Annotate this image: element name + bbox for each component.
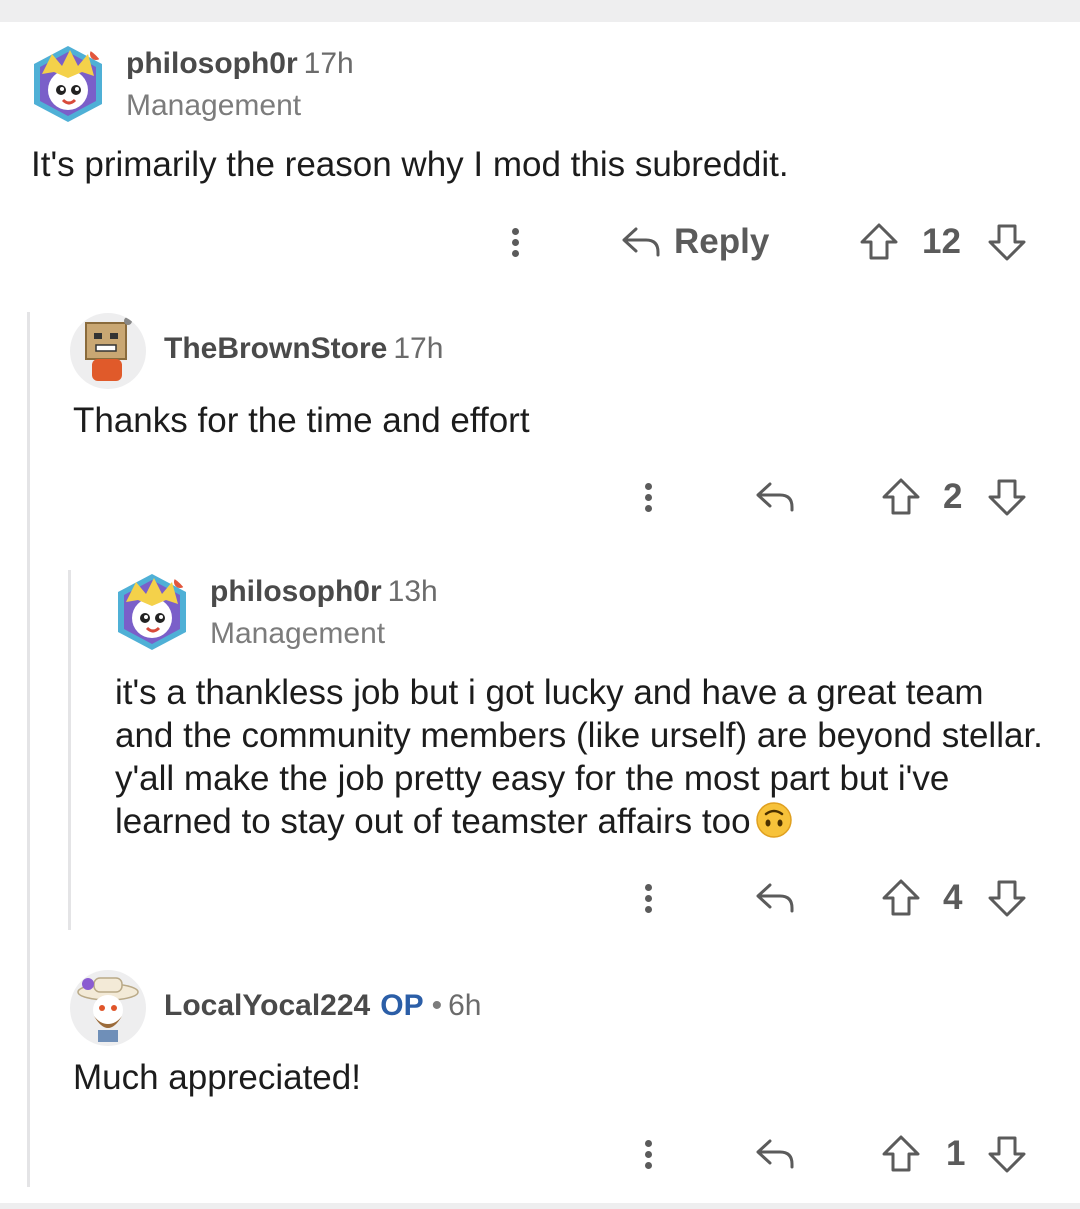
upvote-button[interactable]: [880, 1124, 922, 1184]
comment-text: it's a thankless job but i got lucky and…: [115, 673, 1043, 841]
comment-body: Thanks for the time and effort: [73, 401, 530, 440]
downvote-arrow-icon: [988, 479, 1026, 516]
reply-button[interactable]: [754, 1124, 796, 1184]
upvote-arrow-icon: [882, 879, 920, 916]
comment-body: It's primarily the reason why I mod this…: [31, 145, 789, 184]
more-options-icon[interactable]: [645, 868, 652, 928]
vote-score: 1: [946, 1134, 966, 1173]
downvote-button[interactable]: [986, 212, 1028, 272]
user-flair: Management: [210, 616, 386, 650]
user-flair: Management: [126, 88, 302, 122]
bottom-divider: [0, 1203, 1080, 1209]
reply-button[interactable]: [754, 868, 796, 928]
username[interactable]: TheBrownStore: [164, 332, 387, 365]
comment-actions: 2: [0, 467, 1080, 527]
username[interactable]: LocalYocal224: [164, 989, 370, 1022]
more-options-icon[interactable]: [645, 1124, 652, 1184]
thread-line[interactable]: [27, 312, 30, 1187]
timestamp: 17h: [303, 46, 354, 80]
op-badge: OP: [380, 988, 424, 1022]
comment-actions: Reply 12: [0, 212, 1080, 272]
snoo-sunhat-avatar-icon[interactable]: [70, 970, 146, 1046]
downvote-arrow-icon: [988, 224, 1026, 261]
upvote-button[interactable]: [858, 212, 900, 272]
comment-header: philosoph0r 17h Management: [28, 44, 354, 124]
separator-dot: •: [431, 988, 443, 1022]
upvote-arrow-icon: [882, 478, 920, 515]
reply-arrow-icon: [756, 1139, 794, 1169]
more-options-icon[interactable]: [645, 467, 652, 527]
comment-actions: 4: [0, 868, 1080, 928]
upvote-button[interactable]: [880, 467, 922, 527]
username[interactable]: philosoph0r: [126, 47, 298, 80]
comment-actions: 1: [0, 1124, 1080, 1184]
more-options-icon[interactable]: [512, 212, 519, 272]
downvote-button[interactable]: [986, 1124, 1028, 1184]
comment-header: TheBrownStore 17h: [70, 313, 443, 389]
downvote-button[interactable]: [986, 467, 1028, 527]
reply-label: Reply: [674, 222, 770, 261]
comment-header: philosoph0r 13h Management: [112, 572, 438, 652]
vote-score: 2: [943, 477, 963, 516]
reply-arrow-icon: [756, 883, 794, 913]
snoo-blonde-avatar-icon[interactable]: [112, 572, 192, 652]
comment-header: LocalYocal224 OP • 6h: [70, 970, 481, 1046]
upside-down-face-emoji-icon: [755, 802, 792, 838]
snoo-box-head-avatar-icon[interactable]: [70, 313, 146, 389]
comment-body: Much appreciated!: [73, 1058, 361, 1097]
top-divider: [0, 0, 1080, 22]
vote-score: 4: [943, 878, 963, 917]
upvote-button[interactable]: [880, 868, 922, 928]
timestamp: 17h: [393, 331, 444, 365]
timestamp: 13h: [387, 574, 438, 608]
upvote-arrow-icon: [860, 223, 898, 260]
timestamp: 6h: [448, 988, 482, 1022]
snoo-blonde-avatar-icon[interactable]: [28, 44, 108, 124]
comment-body: it's a thankless job but i got lucky and…: [115, 671, 1045, 843]
reply-button[interactable]: [754, 467, 796, 527]
reply-arrow-icon: [756, 482, 794, 512]
downvote-button[interactable]: [986, 868, 1028, 928]
upvote-arrow-icon: [882, 1135, 920, 1172]
username[interactable]: philosoph0r: [210, 575, 382, 608]
downvote-arrow-icon: [988, 1136, 1026, 1173]
reply-button[interactable]: Reply: [620, 212, 769, 272]
downvote-arrow-icon: [988, 880, 1026, 917]
reply-arrow-icon: [622, 227, 660, 257]
vote-score: 12: [922, 222, 961, 261]
